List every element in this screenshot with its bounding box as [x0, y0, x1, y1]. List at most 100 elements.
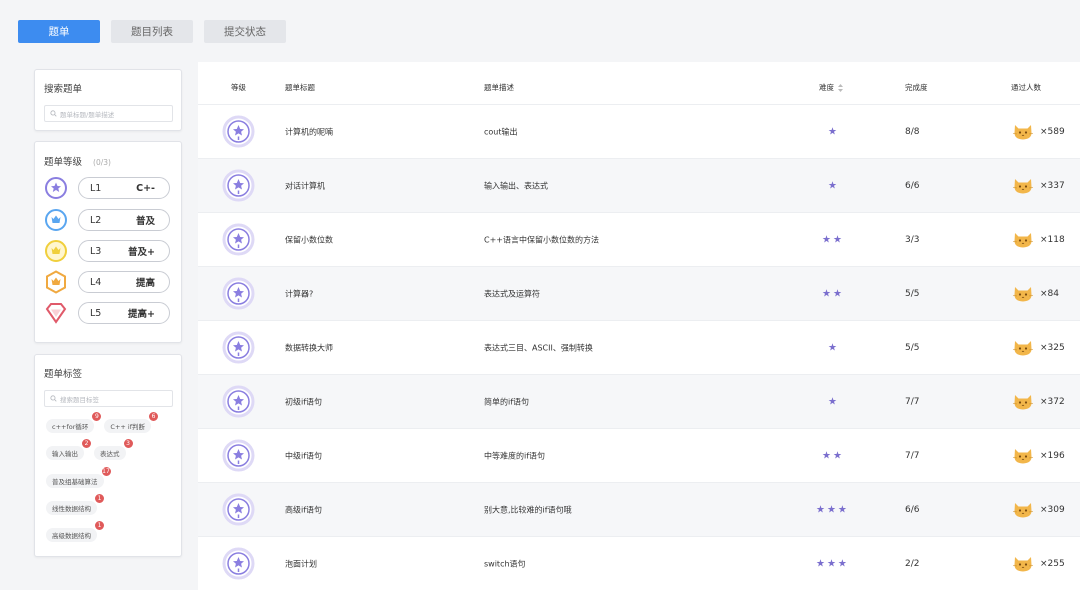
- difficulty-stars: ★★★: [816, 558, 849, 569]
- level-5-badge-icon: [45, 303, 67, 324]
- row-description: 别大意,比较难的if语句哦: [484, 505, 572, 514]
- tag-label: 普及组基础算法: [52, 478, 98, 486]
- level-badge-icon: [222, 169, 255, 202]
- header-difficulty-label: 难度: [819, 83, 834, 92]
- level-name: 提高+: [128, 309, 155, 320]
- table-row[interactable]: 计算机的呢喃 cout输出 ★ 8/8 ×589: [198, 105, 1080, 159]
- level-pill[interactable]: L1 C+-: [78, 177, 170, 199]
- row-title[interactable]: 保留小数位数: [285, 234, 333, 245]
- row-progress: 8/8: [905, 126, 920, 137]
- tab-submission-status[interactable]: 提交状态: [204, 20, 286, 43]
- level-option-4[interactable]: L4 提高: [44, 270, 170, 294]
- header-passed: 通过人数: [1011, 83, 1041, 92]
- sort-icon[interactable]: [838, 84, 843, 92]
- header-difficulty[interactable]: 难度: [819, 82, 843, 93]
- difficulty-stars: ★★★: [816, 504, 849, 515]
- table-row[interactable]: 计算器? 表达式及运算符 ★★ 5/5 ×84: [198, 267, 1080, 321]
- tag-label: c++for循环: [52, 423, 89, 431]
- level-pill[interactable]: L5 提高+: [78, 302, 170, 324]
- table-row[interactable]: 保留小数位数 C++语言中保留小数位数的方法 ★★ 3/3 ×118: [198, 213, 1080, 267]
- level-pill[interactable]: L2 普及: [78, 209, 170, 231]
- level-option-3[interactable]: L3 普及+: [44, 239, 170, 263]
- table-row[interactable]: 对话计算机 输入输出、表达式 ★ 6/6 ×337: [198, 159, 1080, 213]
- tag-count-badge: 1: [94, 520, 105, 531]
- table-row[interactable]: 数据转换大师 表达式三目、ASCII、强制转换 ★ 5/5 ×325: [198, 321, 1080, 375]
- row-title[interactable]: 高级if语句: [285, 504, 322, 515]
- level-option-2[interactable]: L2 普及: [44, 208, 170, 232]
- row-progress: 5/5: [905, 288, 920, 299]
- row-title[interactable]: 计算机的呢喃: [285, 126, 333, 137]
- tab-problem-list[interactable]: 题目列表: [111, 20, 193, 43]
- tab-problem-sets[interactable]: 题单: [18, 20, 100, 43]
- tag-count-badge: 2: [81, 438, 92, 449]
- row-progress: 6/6: [905, 504, 920, 515]
- row-description: 表达式三目、ASCII、强制转换: [484, 343, 593, 352]
- tag-label: C++ if判断: [110, 423, 145, 431]
- table-row[interactable]: 泡面计划 switch语句 ★★★ 2/2 ×255: [198, 537, 1080, 590]
- tag-row: 高级数据结构 1: [46, 520, 105, 542]
- table-header: 等级 题单标题 题单描述 难度 完成度 通过人数: [198, 62, 1080, 105]
- tag-row: c++for循环 9 C++ if判断 6: [46, 411, 159, 433]
- cat-icon: [1012, 557, 1034, 572]
- row-progress: 6/6: [905, 180, 920, 191]
- row-description: cout输出: [484, 127, 518, 136]
- level-option-5[interactable]: L5 提高+: [44, 301, 170, 325]
- level-pill[interactable]: L4 提高: [78, 271, 170, 293]
- header-level: 等级: [231, 83, 246, 92]
- row-description: 中等难度的if语句: [484, 451, 546, 460]
- tag-chip[interactable]: c++for循环 9: [46, 411, 103, 433]
- tag-search-input[interactable]: 搜索题目标签: [44, 390, 173, 407]
- search-icon: [50, 110, 57, 117]
- row-progress: 2/2: [905, 558, 920, 569]
- tag-chip[interactable]: 高级数据结构 1: [46, 520, 105, 542]
- search-card-title: 搜索题单: [44, 84, 83, 95]
- level-filter-card: 题单等级 (0/3) L1 C+- L2 普及 L3 普及+ L4 提高 L5 提高+: [34, 141, 182, 343]
- row-title[interactable]: 计算器?: [285, 288, 313, 299]
- row-passed-count: ×196: [1040, 450, 1065, 461]
- search-placeholder: 题单标题/题单描述: [60, 110, 115, 119]
- tag-filter-card: 题单标签 搜索题目标签 c++for循环 9 C++ if判断 6 输入输出 2 表达…: [34, 354, 182, 557]
- header-description: 题单描述: [484, 83, 514, 92]
- problem-set-table: 等级 题单标题 题单描述 难度 完成度 通过人数 计算机的呢喃 cout输出 ★ 8/…: [198, 62, 1080, 590]
- tag-chip[interactable]: 普及组基础算法 17: [46, 466, 112, 488]
- cat-icon: [1012, 233, 1034, 248]
- table-row[interactable]: 高级if语句 别大意,比较难的if语句哦 ★★★ 6/6 ×309: [198, 483, 1080, 537]
- cat-icon: [1012, 449, 1034, 464]
- tag-row: 线性数据结构 1: [46, 493, 105, 515]
- problem-set-search-input[interactable]: 题单标题/题单描述: [44, 105, 173, 122]
- tag-label: 高级数据结构: [52, 532, 91, 540]
- tag-chip[interactable]: 输入输出 2: [46, 438, 92, 460]
- tag-label: 输入输出: [52, 450, 78, 458]
- search-icon: [50, 395, 57, 402]
- level-badge-icon: [222, 331, 255, 364]
- cat-icon: [1012, 125, 1034, 140]
- cat-icon: [1012, 503, 1034, 518]
- level-pill[interactable]: L3 普及+: [78, 240, 170, 262]
- row-progress: 3/3: [905, 234, 920, 245]
- row-title[interactable]: 中级if语句: [285, 450, 322, 461]
- difficulty-stars: ★★: [822, 450, 844, 461]
- table-row[interactable]: 初级if语句 简单的if语句 ★ 7/7 ×372: [198, 375, 1080, 429]
- level-badge-icon: [222, 223, 255, 256]
- table-row[interactable]: 中级if语句 中等难度的if语句 ★★ 7/7 ×196: [198, 429, 1080, 483]
- row-description: C++语言中保留小数位数的方法: [484, 235, 599, 244]
- search-card: 搜索题单 题单标题/题单描述: [34, 69, 182, 131]
- level-badge-icon: [222, 385, 255, 418]
- tag-chip[interactable]: 线性数据结构 1: [46, 493, 105, 515]
- tag-count-badge: 3: [122, 438, 134, 449]
- level-option-1[interactable]: L1 C+-: [44, 176, 170, 200]
- row-title[interactable]: 泡面计划: [285, 558, 317, 569]
- row-description: 输入输出、表达式: [484, 181, 548, 190]
- level-code: L5: [90, 307, 102, 319]
- row-title[interactable]: 数据转换大师: [285, 342, 333, 353]
- tag-chip[interactable]: C++ if判断 6: [104, 411, 159, 433]
- tag-row: 普及组基础算法 17: [46, 466, 112, 488]
- level-name: C+-: [136, 182, 155, 194]
- cat-icon: [1012, 341, 1034, 356]
- row-title[interactable]: 初级if语句: [285, 396, 322, 407]
- header-progress: 完成度: [905, 83, 928, 92]
- header-title: 题单标题: [285, 83, 315, 92]
- row-title[interactable]: 对话计算机: [285, 180, 325, 191]
- tag-count-badge: 1: [94, 493, 105, 504]
- tag-chip[interactable]: 表达式 3: [94, 438, 134, 460]
